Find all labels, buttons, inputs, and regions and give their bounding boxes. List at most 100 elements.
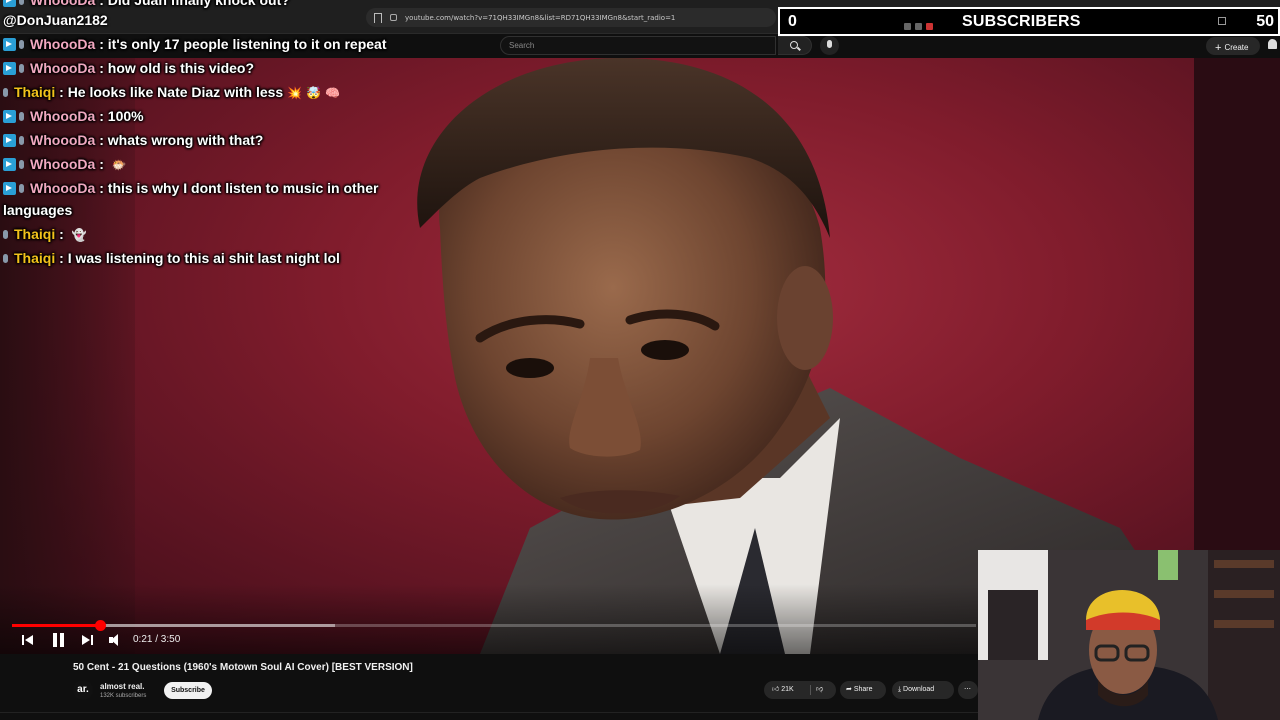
- mic-badge-icon: [19, 0, 24, 5]
- prime-badge-icon: [3, 134, 16, 147]
- alert-icon: [926, 23, 933, 30]
- chat-separator: :: [95, 0, 108, 8]
- dislike-button[interactable]: 👎︎: [816, 681, 823, 699]
- progress-scrubber-handle[interactable]: [95, 620, 106, 631]
- mic-badge-icon: [3, 88, 8, 97]
- chat-username: WhoooDa: [30, 36, 96, 52]
- progress-bar[interactable]: [12, 620, 976, 631]
- subscriber-count: 0: [788, 13, 797, 30]
- chat-message: Thaiqi : I was listening to this ai shit…: [3, 250, 340, 266]
- like-count: 21K: [781, 686, 794, 693]
- mic-badge-icon: [19, 64, 24, 73]
- search-button[interactable]: [778, 36, 812, 55]
- chat-text: how old is this video?: [107, 60, 255, 76]
- progress-played: [12, 624, 100, 627]
- chat-username: WhoooDa: [30, 60, 96, 76]
- chat-separator: :: [95, 108, 108, 124]
- chat-separator: :: [55, 250, 68, 266]
- stream-chat: WhoooDa : Did Juan finally knock out? Wh…: [0, 0, 386, 270]
- more-actions-button[interactable]: ⋯: [958, 681, 978, 699]
- search-icon: [790, 41, 798, 49]
- prime-badge-icon: [3, 62, 16, 75]
- webcam-feed: [978, 550, 1280, 720]
- ghost-emote-icon: 👻: [71, 228, 87, 242]
- chat-username: Thaiqi: [14, 226, 56, 242]
- chat-username: WhoooDa: [30, 180, 96, 196]
- video-title: 50 Cent - 21 Questions (1960's Motown So…: [73, 662, 413, 673]
- chat-username: WhoooDa: [30, 156, 96, 172]
- like-dislike-group: 👍︎ 21K 👎︎: [764, 681, 836, 699]
- time-display: 0:21 / 3:50: [133, 634, 181, 645]
- mic-badge-icon: [19, 40, 24, 49]
- create-label: Create: [1224, 43, 1249, 52]
- address-bar[interactable]: youtube.com/watch?v=71QH33IMGn8&list=RD7…: [366, 8, 776, 27]
- pause-icon[interactable]: [52, 632, 66, 648]
- site-info-icon[interactable]: [390, 14, 397, 21]
- create-button[interactable]: + Create: [1206, 37, 1260, 55]
- window-icon: [904, 23, 911, 30]
- chat-username: Thaiqi: [14, 84, 56, 100]
- chat-message: Thaiqi : 👻: [3, 226, 87, 242]
- channel-name[interactable]: almost real.: [100, 682, 144, 691]
- chat-separator: :: [55, 226, 68, 242]
- share-label: Share: [853, 686, 873, 693]
- chat-text: I was listening to this ai shit last nig…: [67, 250, 340, 266]
- chat-username: WhoooDa: [30, 108, 96, 124]
- chat-separator: :: [95, 36, 108, 52]
- plus-icon: +: [1215, 42, 1222, 54]
- explosion-emote-icon: 💥: [287, 86, 303, 100]
- mic-badge-icon: [19, 112, 24, 121]
- prime-badge-icon: [3, 110, 16, 123]
- prime-badge-icon: [3, 182, 16, 195]
- subscribe-button[interactable]: Subscribe: [164, 682, 212, 699]
- chat-text: whats wrong with that?: [107, 132, 264, 148]
- notifications-icon[interactable]: [1268, 39, 1277, 49]
- chat-username: WhoooDa: [30, 132, 96, 148]
- download-label: Download: [903, 686, 935, 693]
- channel-avatar[interactable]: ar.: [73, 680, 93, 700]
- chat-text: languages: [3, 202, 73, 218]
- chat-username: Thaiqi: [14, 250, 56, 266]
- bottom-strip: [0, 712, 980, 720]
- mic-badge-icon: [3, 254, 8, 263]
- chat-text: Did Juan finally knock out?: [107, 0, 290, 8]
- chat-message: WhoooDa : how old is this video?: [3, 60, 254, 76]
- chat-separator: :: [95, 132, 108, 148]
- prime-badge-icon: [3, 158, 16, 171]
- fish-emote-icon: 🐡: [111, 158, 127, 172]
- download-button[interactable]: ⤓ Download: [892, 681, 954, 699]
- prime-badge-icon: [3, 38, 16, 51]
- extension-icon: [915, 23, 922, 30]
- next-icon[interactable]: [82, 632, 94, 648]
- chat-text: 100%: [107, 108, 144, 124]
- previous-icon[interactable]: [22, 632, 34, 648]
- chat-username: WhoooDa: [30, 0, 96, 8]
- streamer-webcam: [978, 550, 1280, 720]
- chat-text: it's only 17 people listening to it on r…: [107, 36, 387, 52]
- chat-message: WhoooDa : whats wrong with that?: [3, 132, 263, 148]
- mind-blown-emote-icon: 🤯: [306, 86, 322, 100]
- chat-separator: :: [95, 156, 108, 172]
- brain-emote-icon: 🧠: [325, 86, 341, 100]
- subscriber-goal: 50: [1256, 13, 1274, 30]
- chat-message: Thaiqi : He looks like Nate Diaz with le…: [3, 84, 340, 100]
- like-divider: [810, 685, 811, 695]
- share-button[interactable]: ➦ Share: [840, 681, 886, 699]
- like-button[interactable]: 👍︎ 21K: [764, 681, 794, 699]
- chat-separator: :: [95, 60, 108, 76]
- channel-subscriber-count: 132K subscribers: [100, 693, 147, 699]
- mic-badge-icon: [19, 136, 24, 145]
- share-icon: ➦: [846, 686, 854, 693]
- mic-badge-icon: [19, 160, 24, 169]
- more-icon: ⋯: [964, 686, 971, 693]
- subscriber-label: SUBSCRIBERS: [962, 13, 1081, 30]
- thumbs-up-icon: 👍︎: [772, 686, 782, 693]
- mic-badge-icon: [3, 230, 8, 239]
- chat-message: WhoooDa : it's only 17 people listening …: [3, 36, 386, 52]
- chat-text: He looks like Nate Diaz with less: [67, 84, 284, 100]
- search-input[interactable]: Search: [500, 36, 776, 55]
- mic-badge-icon: [19, 184, 24, 193]
- chat-text: this is why I dont listen to music in ot…: [107, 180, 379, 196]
- volume-icon[interactable]: [109, 632, 123, 648]
- voice-search-button[interactable]: [820, 36, 839, 55]
